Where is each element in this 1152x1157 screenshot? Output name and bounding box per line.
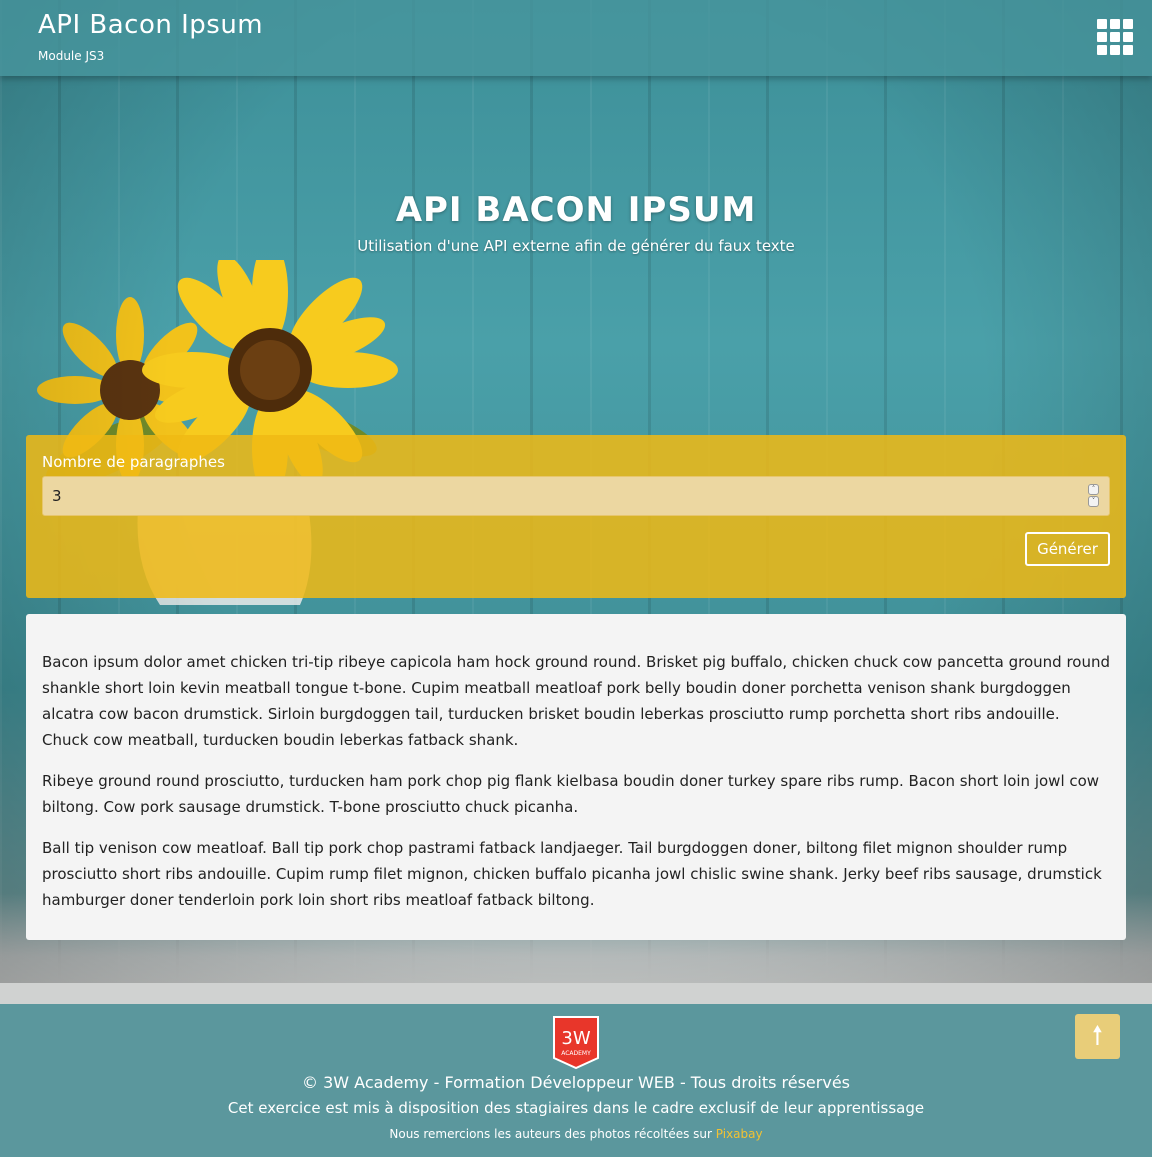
generate-button[interactable]: Générer (1025, 532, 1110, 566)
logo-text-bottom: ACADEMY (561, 1050, 591, 1057)
hero-subtitle: Utilisation d'une API externe afin de gé… (357, 237, 795, 255)
paragraph-form: Nombre de paragraphes 3 ˄ ˅ Générer (26, 435, 1126, 598)
spinner-up-icon[interactable]: ˄ (1088, 484, 1099, 495)
grid-cell (1110, 32, 1120, 42)
generated-text-panel: Bacon ipsum dolor amet chicken tri-tip r… (26, 614, 1126, 940)
footer: 3W ACADEMY © 3W Academy - Formation Déve… (0, 1004, 1152, 1157)
grid-cell (1097, 19, 1107, 29)
arrow-up-icon[interactable]: 🠕 (1075, 1014, 1120, 1059)
divider-strip (0, 983, 1152, 1004)
pixabay-link[interactable]: Pixabay (716, 1127, 763, 1141)
paragraph-count-label: Nombre de paragraphes (42, 453, 225, 471)
app-title: API Bacon Ipsum (38, 10, 264, 40)
number-spinner[interactable]: ˄ ˅ (1088, 484, 1099, 508)
top-bar: API Bacon Ipsum Module JS3 (0, 0, 1152, 76)
grid-cell (1123, 45, 1133, 55)
credits-text: Nous remercions les auteurs des photos r… (0, 1127, 1152, 1141)
copyright-text: © 3W Academy - Formation Développeur WEB… (302, 1073, 850, 1092)
generated-paragraph: Ball tip venison cow meatloaf. Ball tip … (42, 839, 1102, 909)
spinner-down-icon[interactable]: ˅ (1088, 496, 1099, 507)
app-subtitle: Module JS3 (38, 49, 105, 63)
notice-text: Cet exercice est mis à disposition des s… (227, 1099, 925, 1117)
grid-cell (1097, 32, 1107, 42)
credits-prefix: Nous remercions les auteurs des photos r… (389, 1127, 716, 1141)
grid-icon[interactable] (1097, 19, 1133, 55)
logo-text-top: 3W (561, 1028, 590, 1049)
grid-cell (1123, 32, 1133, 42)
generated-paragraph: Ribeye ground round prosciutto, turducke… (42, 772, 1100, 816)
hero-title: API BACON IPSUM (395, 190, 757, 230)
grid-cell (1123, 19, 1133, 29)
3w-academy-logo: 3W ACADEMY (553, 1016, 599, 1070)
generated-paragraph: Bacon ipsum dolor amet chicken tri-tip r… (42, 653, 1110, 749)
grid-cell (1097, 45, 1107, 55)
paragraph-count-input[interactable]: 3 ˄ ˅ (42, 476, 1110, 516)
grid-cell (1110, 45, 1120, 55)
grid-cell (1110, 19, 1120, 29)
paragraph-count-value: 3 (52, 487, 62, 505)
